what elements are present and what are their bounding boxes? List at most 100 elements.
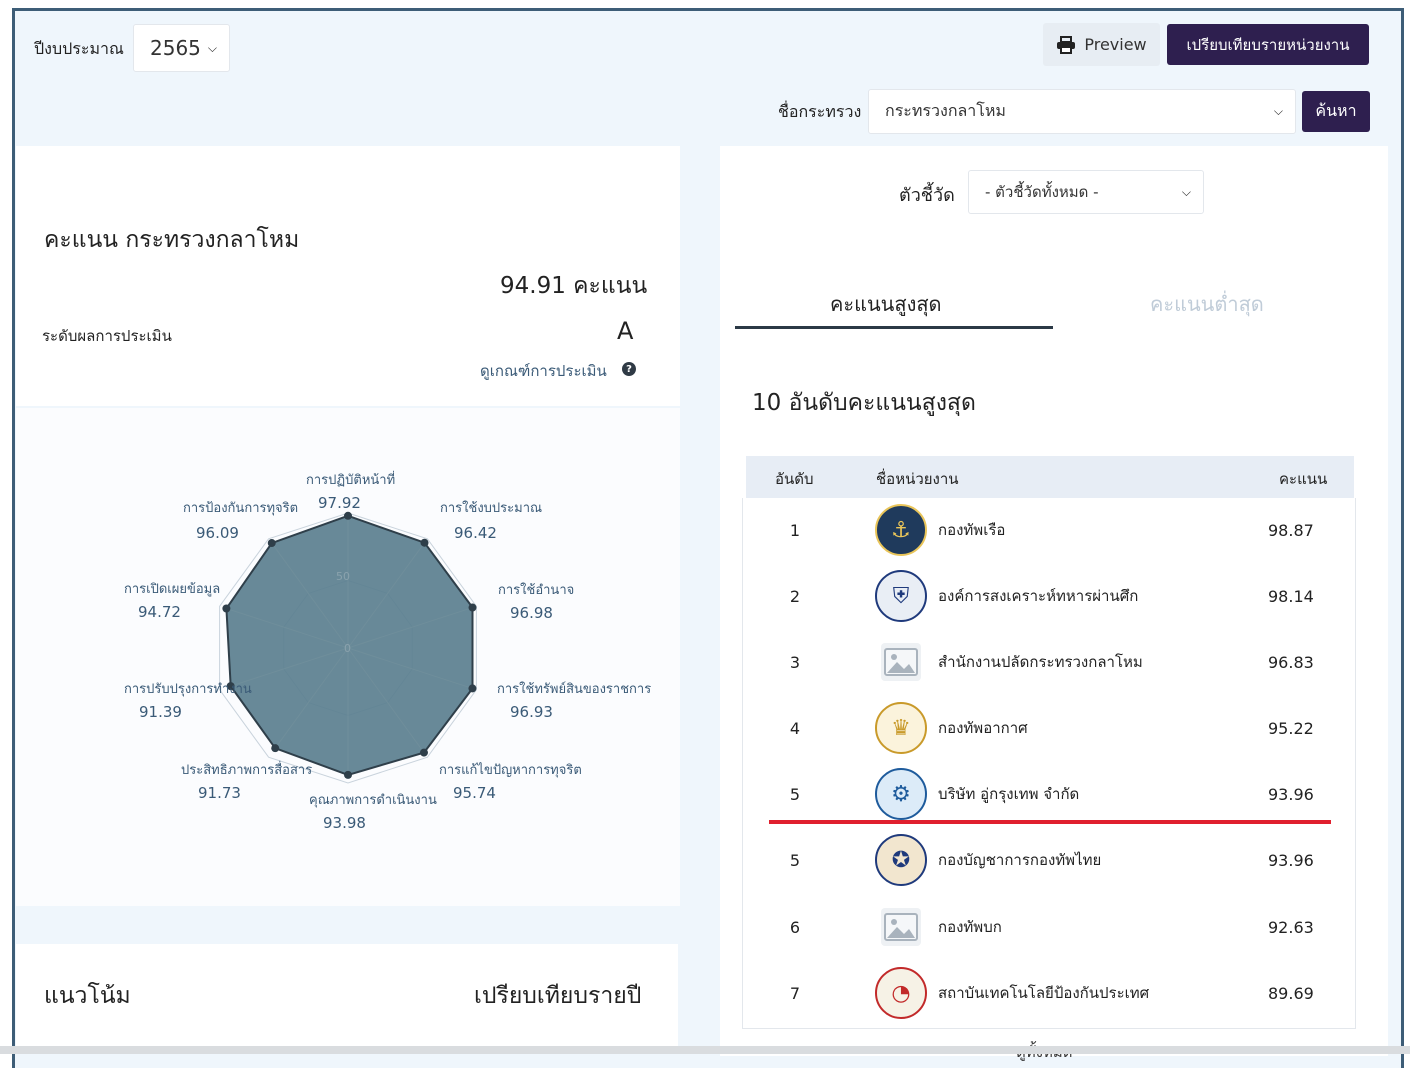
indicator-label: ตัวชี้วัด xyxy=(899,185,955,206)
chevron-down-icon: ⌵ xyxy=(207,40,217,55)
radar-point xyxy=(468,684,477,693)
radar-point xyxy=(344,511,352,520)
rank-cell: 2 xyxy=(789,586,801,606)
radar-axis-label: การป้องกันการทุจริต xyxy=(183,501,298,516)
ranking-section-title: 10 อันดับคะแนนสูงสุด xyxy=(752,390,976,416)
unit-name: กองทัพเรือ xyxy=(938,521,1006,539)
indicator-select[interactable]: - ตัวชี้วัดทั้งหมด - ⌵ xyxy=(968,170,1204,214)
rank-cell: 1 xyxy=(789,520,801,540)
rank-cell: 4 xyxy=(789,718,801,738)
radar-axis-label: ประสิทธิภาพการสื่อสาร xyxy=(181,761,312,778)
radar-point xyxy=(419,748,428,757)
total-score: 94.91 คะแนน xyxy=(500,273,648,299)
radar-scale-label: 0 xyxy=(344,642,351,655)
navy-emblem-icon: ⚓ xyxy=(875,504,927,556)
compare-units-button[interactable]: เปรียบเทียบรายหน่วยงาน xyxy=(1167,24,1369,65)
fiscal-year-label: ปีงบประมาณ xyxy=(34,39,124,58)
printer-icon xyxy=(1057,35,1076,54)
radar-chart: 50 0 การปฏิบัติหน้าที่ 97.92 การใช้งบประมาณ 9… xyxy=(124,471,651,832)
image-placeholder-icon xyxy=(881,908,921,946)
indicator-value: - ตัวชี้วัดทั้งหมด - xyxy=(985,183,1099,201)
unit-score: 98.14 xyxy=(1268,586,1314,606)
unit-name: องค์การสงเคราะห์ทหารผ่านศึก xyxy=(938,587,1139,605)
unit-score: 98.87 xyxy=(1268,520,1314,540)
image-placeholder-icon xyxy=(881,643,921,681)
cutoff-line xyxy=(769,820,1331,824)
search-button[interactable]: ค้นหา xyxy=(1302,91,1370,132)
unit-score: 93.96 xyxy=(1268,784,1314,804)
dti-emblem-icon: ◔ xyxy=(875,967,927,1019)
radar-axis-value: 94.72 xyxy=(138,603,181,621)
radar-axis-label: การใช้งบประมาณ xyxy=(440,500,542,516)
unit-score: 93.96 xyxy=(1268,850,1314,870)
radar-axis-value: 95.74 xyxy=(453,784,496,802)
score-title: คะแนน กระทรวงกลาโหม xyxy=(44,227,300,253)
unit-name: กองบัญชาการกองทัพไทย xyxy=(938,851,1102,869)
table-row[interactable]: 6 กองทัพบก 92.63 xyxy=(746,894,1354,960)
radar-axis-value: 96.98 xyxy=(510,604,553,622)
col-rank-header: อันดับ xyxy=(775,470,814,488)
table-row[interactable]: 1 ⚓ กองทัพเรือ 98.87 xyxy=(746,497,1354,563)
armed-forces-emblem-icon: ✪ xyxy=(875,834,927,886)
fiscal-year-value: 2565 xyxy=(150,36,201,60)
ranking-table-header xyxy=(746,456,1354,498)
fiscal-year-select[interactable]: 2565 ⌵ xyxy=(133,24,230,72)
radar-axis-value: 97.92 xyxy=(318,494,361,512)
radar-axis-label: การปฏิบัติหน้าที่ xyxy=(306,471,395,488)
radar-point xyxy=(271,744,280,753)
table-row[interactable]: 7 ◔ สถาบันเทคโนโลยีป้องกันประเทศ 89.69 xyxy=(746,960,1354,1026)
col-name-header: ชื่อหน่วยงาน xyxy=(876,470,959,488)
unit-name: สำนักงานปลัดกระทรวงกลาโหม xyxy=(938,653,1143,671)
bottom-scrollbar[interactable] xyxy=(0,1046,1410,1054)
table-row[interactable]: 4 ♛ กองทัพอากาศ 95.22 xyxy=(746,695,1354,761)
rank-cell: 6 xyxy=(789,917,801,937)
radar-axis-label: คุณภาพการดำเนินงาน xyxy=(309,793,437,808)
unit-name: กองทัพบก xyxy=(938,918,1002,936)
radar-axis-value: 96.42 xyxy=(454,524,497,542)
radar-point xyxy=(267,539,276,548)
trend-title: แนวโน้ม xyxy=(44,983,131,1009)
radar-axis-value: 93.98 xyxy=(323,814,366,832)
unit-score: 89.69 xyxy=(1268,983,1314,1003)
table-row[interactable]: 3 สำนักงานปลัดกระทรวงกลาโหม 96.83 xyxy=(746,629,1354,695)
rank-cell: 7 xyxy=(789,983,801,1003)
radar-point xyxy=(420,538,429,547)
preview-button[interactable]: Preview xyxy=(1043,23,1160,66)
unit-name: สถาบันเทคโนโลยีป้องกันประเทศ xyxy=(938,984,1150,1002)
preview-label: Preview xyxy=(1084,35,1147,54)
radar-axis-value: 91.73 xyxy=(198,784,241,802)
active-tab-underline xyxy=(735,326,1053,329)
radar-axis-label: การปรับปรุงการทำงาน xyxy=(124,682,252,697)
airforce-emblem-icon: ♛ xyxy=(875,702,927,754)
col-score-header: คะแนน xyxy=(1279,470,1328,488)
ministry-select[interactable]: กระทรวงกลาโหม ⌵ xyxy=(868,89,1296,134)
tab-highest-score[interactable]: คะแนนสูงสุด xyxy=(830,288,942,320)
radar-point xyxy=(344,770,352,779)
radar-axis-label: การเปิดเผยข้อมูล xyxy=(124,582,220,597)
table-row[interactable]: 2 ⛨ องค์การสงเคราะห์ทหารผ่านศึก 98.14 xyxy=(746,563,1354,629)
level-value: A xyxy=(617,317,634,345)
rank-cell: 3 xyxy=(789,652,801,672)
radar-axis-label: การแก้ไขปัญหาการทุจริต xyxy=(439,762,582,778)
radar-point xyxy=(468,603,477,612)
rank-cell: 5 xyxy=(789,850,801,870)
info-icon[interactable]: ? xyxy=(622,362,636,376)
unit-name: บริษัท อู่กรุงเทพ จำกัด xyxy=(938,785,1080,803)
dockyard-emblem-icon: ⚙ xyxy=(875,768,927,820)
level-label: ระดับผลการประเมิน xyxy=(42,327,172,345)
compare-yearly-link[interactable]: เปรียบเทียบรายปี xyxy=(474,978,641,1014)
radar-axis-value: 91.39 xyxy=(139,703,182,721)
table-row[interactable]: 5 ✪ กองบัญชาการกองทัพไทย 93.96 xyxy=(746,827,1354,893)
radar-scale-label: 50 xyxy=(336,570,350,583)
chevron-down-icon: ⌵ xyxy=(1181,184,1191,199)
tab-lowest-score[interactable]: คะแนนต่ำสุด xyxy=(1150,288,1264,320)
table-row[interactable]: 5 ⚙ บริษัท อู่กรุงเทพ จำกัด 93.96 xyxy=(746,761,1354,827)
veterans-emblem-icon: ⛨ xyxy=(875,570,927,622)
rank-cell: 5 xyxy=(789,784,801,804)
criteria-link[interactable]: ดูเกณฑ์การประเมิน xyxy=(480,359,607,383)
radar-axis-label: การใช้อำนาจ xyxy=(498,582,574,598)
ministry-value: กระทรวงกลาโหม xyxy=(885,101,1006,120)
chevron-down-icon: ⌵ xyxy=(1273,104,1283,118)
unit-score: 96.83 xyxy=(1268,652,1314,672)
radar-axis-value: 96.93 xyxy=(510,703,553,721)
